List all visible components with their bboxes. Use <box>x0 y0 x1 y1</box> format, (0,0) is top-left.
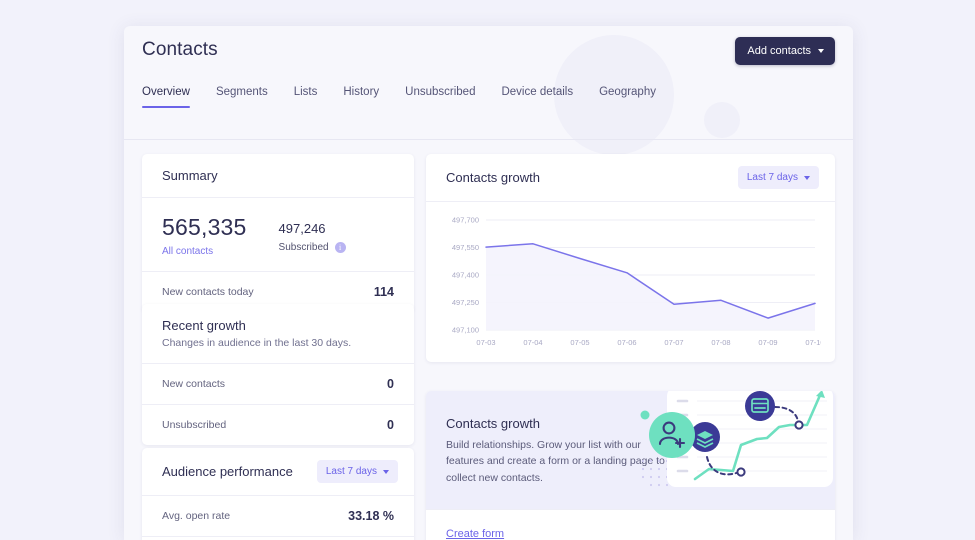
dashboard-body: Summary 565,335 All contacts 497,246 Sub… <box>124 140 853 540</box>
create-form-link[interactable]: Create form <box>446 528 504 540</box>
svg-text:497,400: 497,400 <box>452 271 479 280</box>
open-rate-label: Avg. open rate <box>162 510 231 522</box>
chevron-down-icon <box>818 49 824 53</box>
chart-range-label: Last 7 days <box>746 172 798 183</box>
contacts-growth-chart-card: Contacts growth Last 7 days 497,700 497,5… <box>426 154 835 362</box>
recent-growth-title: Recent growth <box>162 318 246 333</box>
tab-history[interactable]: History <box>343 86 379 108</box>
audience-range-selector[interactable]: Last 7 days <box>316 460 398 483</box>
svg-text:07-10: 07-10 <box>805 338 821 347</box>
audience-performance-header: Audience performance Last 7 days <box>142 448 414 495</box>
svg-text:497,700: 497,700 <box>452 216 479 225</box>
recent-growth-header: Recent growth Changes in audience in the… <box>142 304 414 363</box>
audience-range-label: Last 7 days <box>325 466 377 477</box>
tab-overview[interactable]: Overview <box>142 86 190 108</box>
tab-unsubscribed[interactable]: Unsubscribed <box>405 86 475 108</box>
tab-segments[interactable]: Segments <box>216 86 268 108</box>
all-contacts-stat: 565,335 All contacts <box>162 214 247 257</box>
subscribed-stat: 497,246 Subscribed i <box>279 214 346 257</box>
create-form-row: Create form <box>426 510 835 540</box>
contacts-growth-illustration <box>640 391 833 487</box>
contacts-growth-title: Contacts growth <box>446 170 540 185</box>
info-icon[interactable]: i <box>334 242 346 253</box>
chevron-down-icon <box>383 469 389 474</box>
promo-text-block: Contacts growth Build relationships. Gro… <box>446 416 666 486</box>
contacts-app-panel: Contacts Add contacts Overview Segments … <box>124 26 853 540</box>
summary-stats: 565,335 All contacts 497,246 Subscribed … <box>142 198 414 271</box>
svg-text:07-07: 07-07 <box>664 338 683 347</box>
new-contacts-today-value: 114 <box>373 285 394 299</box>
table-row: New contacts 0 <box>142 364 414 404</box>
line-chart-svg: 497,700 497,550 497,400 497,250 497,100 07-03… <box>452 216 821 347</box>
audience-performance-title: Audience performance <box>162 464 293 479</box>
subscribed-label: Subscribed <box>278 242 329 253</box>
unsubscribed-value: 0 <box>387 418 394 432</box>
add-person-icon <box>649 412 695 458</box>
new-contacts-label: New contacts <box>162 378 226 390</box>
new-contacts-today-label: New contacts today <box>162 286 254 298</box>
promo-body: Build relationships. Grow your list with… <box>446 439 665 484</box>
svg-text:497,550: 497,550 <box>452 243 479 252</box>
unsubscribed-label: Unsubscribed <box>162 419 227 431</box>
recent-growth-card: Recent growth Changes in audience in the… <box>142 304 414 445</box>
svg-text:497,100: 497,100 <box>452 326 479 335</box>
open-rate-value: 33.18 % <box>348 509 394 523</box>
promo-banner: Contacts growth Build relationships. Gro… <box>426 391 835 509</box>
tab-device-details[interactable]: Device details <box>501 86 573 108</box>
audience-performance-card: Audience performance Last 7 days Avg. op… <box>142 448 414 540</box>
all-contacts-label[interactable]: All contacts <box>162 246 247 257</box>
table-row: Avg. open rate 33.18 % <box>142 496 414 536</box>
promo-title: Contacts growth <box>446 416 540 431</box>
svg-text:07-09: 07-09 <box>758 338 777 347</box>
contacts-growth-promo-card: Contacts growth Build relationships. Gro… <box>426 391 835 540</box>
recent-growth-subtitle: Changes in audience in the last 30 days. <box>162 337 352 349</box>
tab-bar: Overview Segments Lists History Unsubscr… <box>142 86 853 108</box>
new-contacts-value: 0 <box>387 377 394 391</box>
svg-text:497,250: 497,250 <box>452 298 479 307</box>
all-contacts-value: 565,335 <box>162 214 247 240</box>
contacts-growth-header: Contacts growth Last 7 days <box>426 154 835 201</box>
summary-card: Summary 565,335 All contacts 497,246 Sub… <box>142 154 414 312</box>
add-contacts-label: Add contacts <box>747 45 811 57</box>
subscribed-value: 497,246 <box>278 221 326 236</box>
svg-text:07-04: 07-04 <box>523 338 542 347</box>
chevron-down-icon <box>804 175 810 180</box>
svg-text:07-05: 07-05 <box>570 338 589 347</box>
page-title: Contacts <box>142 39 218 60</box>
contacts-growth-chart: 497,700 497,550 497,400 497,250 497,100 07-03… <box>426 202 835 362</box>
tab-lists[interactable]: Lists <box>294 86 318 108</box>
tab-geography[interactable]: Geography <box>599 86 656 108</box>
summary-card-header: Summary <box>142 154 414 197</box>
summary-title: Summary <box>162 168 218 183</box>
table-row: Unsubscribed 0 <box>142 405 414 445</box>
form-badge-icon <box>745 391 775 421</box>
svg-text:07-06: 07-06 <box>617 338 636 347</box>
chart-range-selector[interactable]: Last 7 days <box>737 166 819 189</box>
add-contacts-button[interactable]: Add contacts <box>735 37 835 65</box>
subscribed-label-row: Subscribed i <box>279 242 346 253</box>
svg-text:07-08: 07-08 <box>711 338 730 347</box>
svg-text:07-03: 07-03 <box>476 338 495 347</box>
